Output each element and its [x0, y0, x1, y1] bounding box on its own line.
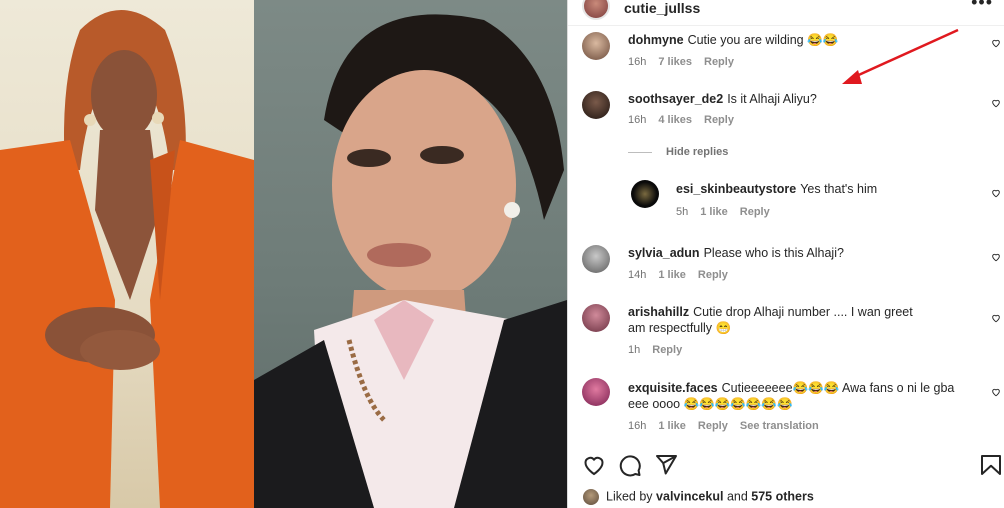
reply-button[interactable]: Reply	[704, 114, 734, 126]
comment-username[interactable]: dohmyne	[628, 33, 684, 47]
comment-avatar[interactable]	[631, 180, 659, 208]
comment-text: Cutie you are wilding 😂😂	[687, 33, 839, 47]
comment-likes[interactable]: 1 like	[658, 269, 686, 281]
comment-avatar[interactable]	[582, 32, 610, 60]
comment-likes[interactable]: 4 likes	[658, 114, 692, 126]
comment-username[interactable]: sylvia_adun	[628, 246, 700, 260]
comment-username[interactable]: esi_skinbeautystore	[676, 182, 796, 196]
heart-icon[interactable]	[582, 453, 606, 477]
comment-time: 16h	[628, 114, 647, 126]
comment-likes[interactable]: 1 like	[658, 420, 686, 432]
comment-likes[interactable]: 7 likes	[658, 56, 692, 68]
reply-button[interactable]: Reply	[698, 269, 728, 281]
reply-button[interactable]: Reply	[704, 56, 734, 68]
hide-replies-button[interactable]: Hide replies	[628, 146, 728, 158]
post-author-avatar[interactable]	[582, 0, 610, 20]
comment-text: Please who is this Alhaji?	[703, 246, 844, 260]
comment-text: Is it Alhaji Aliyu?	[727, 92, 817, 106]
comment-time: 14h	[628, 269, 647, 281]
heart-icon[interactable]	[991, 38, 1001, 48]
heart-icon[interactable]	[991, 188, 1001, 198]
comment-avatar[interactable]	[582, 245, 610, 273]
see-translation-button[interactable]: See translation	[740, 420, 819, 432]
heart-icon[interactable]	[991, 313, 1001, 323]
likes-count[interactable]: 575 others	[751, 489, 814, 503]
comment-text: Yes that's him	[800, 182, 878, 196]
comment-time: 16h	[628, 420, 647, 432]
heart-icon[interactable]	[991, 387, 1001, 397]
comment-username[interactable]: exquisite.faces	[628, 381, 718, 395]
heart-icon[interactable]	[991, 98, 1001, 108]
post-header: cutie_jullss •••	[568, 0, 1004, 26]
post-photo-right	[254, 0, 567, 508]
post-photo-left	[0, 0, 254, 508]
liker-username[interactable]: valvincekul	[656, 489, 723, 503]
reply-button[interactable]: Reply	[740, 206, 770, 218]
share-icon[interactable]	[654, 453, 678, 477]
comment-time: 16h	[628, 56, 647, 68]
divider-line	[628, 151, 652, 153]
post-author-username[interactable]: cutie_jullss	[624, 0, 700, 16]
comment-time: 1h	[628, 344, 641, 356]
likes-summary: Liked by valvincekul and 575 others	[582, 488, 814, 506]
comment-username[interactable]: arishahillz	[628, 305, 689, 319]
more-horizontal-icon[interactable]: •••	[971, 0, 993, 13]
liker-avatar[interactable]	[582, 488, 600, 506]
comment-time: 5h	[676, 206, 689, 218]
comment-avatar[interactable]	[582, 91, 610, 119]
post-actions	[568, 450, 1004, 478]
comment-username[interactable]: soothsayer_de2	[628, 92, 723, 106]
comments-panel: cutie_jullss ••• dohmyne Cutie you are wi…	[567, 0, 1004, 508]
comment-avatar[interactable]	[582, 304, 610, 332]
reply-button[interactable]: Reply	[652, 344, 682, 356]
comment-icon[interactable]	[618, 453, 642, 477]
heart-icon[interactable]	[991, 252, 1001, 262]
reply-button[interactable]: Reply	[698, 420, 728, 432]
bookmark-icon[interactable]	[980, 453, 1002, 477]
comment-likes[interactable]: 1 like	[700, 206, 728, 218]
comment-avatar[interactable]	[582, 378, 610, 406]
